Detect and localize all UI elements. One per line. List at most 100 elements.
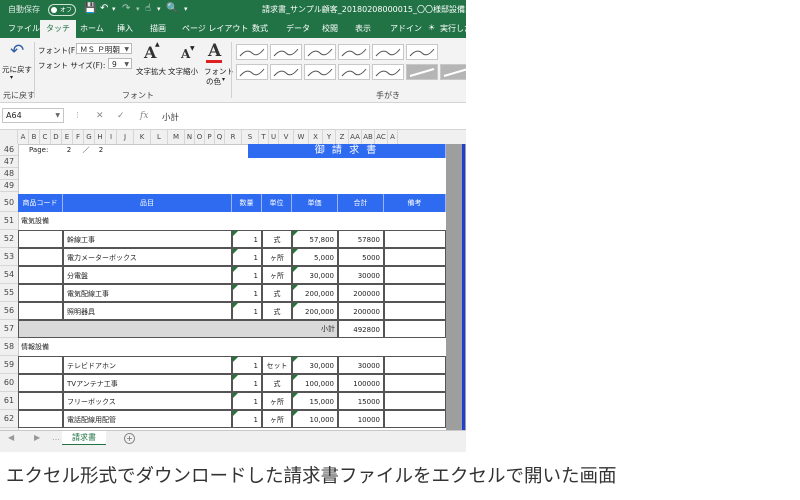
redo-dropdown-icon[interactable]: ▾	[136, 5, 140, 13]
item-unit[interactable]: ヶ所	[262, 392, 292, 410]
touch-dropdown-icon[interactable]: ▾	[157, 5, 161, 13]
ink-pen-4[interactable]	[338, 44, 370, 60]
item-unit-price[interactable]: 30,000	[292, 356, 338, 374]
item-code-cell[interactable]	[18, 230, 63, 248]
enter-icon[interactable]: ✓	[117, 111, 125, 121]
item-code-cell[interactable]	[18, 356, 63, 374]
item-name[interactable]: テレビドアホン	[63, 356, 232, 374]
column-header[interactable]: T	[259, 130, 269, 144]
grow-font-label[interactable]: 文字拡大	[136, 66, 166, 77]
tab-insert[interactable]: 挿入	[117, 23, 133, 34]
item-total[interactable]: 30000	[338, 266, 384, 284]
row-header[interactable]: 55	[0, 284, 18, 302]
tab-review[interactable]: 校閲	[322, 23, 338, 34]
column-header[interactable]: F	[73, 130, 84, 144]
item-code-cell[interactable]	[18, 392, 63, 410]
item-unit-price[interactable]: 200,000	[292, 302, 338, 320]
row-header[interactable]: 47	[0, 156, 18, 168]
item-unit-price[interactable]: 10,000	[292, 410, 338, 428]
column-header[interactable]: AB	[362, 130, 375, 144]
font-color-icon[interactable]: A	[208, 41, 221, 61]
tab-draw[interactable]: 描画	[150, 23, 166, 34]
row-header[interactable]: 51	[0, 212, 18, 230]
font-name-combo[interactable]: ＭＳ Ｐ明朝 ▼	[76, 43, 132, 54]
ink-pen-3[interactable]	[304, 44, 336, 60]
item-total[interactable]: 200000	[338, 302, 384, 320]
item-total[interactable]: 30000	[338, 356, 384, 374]
row-header[interactable]: 54	[0, 266, 18, 284]
table-header-5[interactable]: 合計	[338, 194, 384, 212]
column-header[interactable]: I	[106, 130, 117, 144]
highlighter-1[interactable]	[406, 64, 438, 80]
item-notes[interactable]	[384, 302, 446, 320]
row-header[interactable]: 62	[0, 410, 18, 428]
tab-touch[interactable]: タッチ	[40, 20, 76, 38]
undo-button-label[interactable]: 元に戻す	[2, 64, 32, 75]
print-preview-icon[interactable]: 🔍	[166, 3, 178, 14]
row-header[interactable]: 50	[0, 194, 18, 212]
row-header[interactable]: 56	[0, 302, 18, 320]
column-header[interactable]: M	[168, 130, 185, 144]
subtotal-label[interactable]: 小計	[292, 320, 338, 338]
item-code-cell[interactable]	[18, 248, 63, 266]
font-color-label-2[interactable]: の色	[206, 76, 221, 87]
autosave-toggle[interactable]: オフ	[48, 4, 76, 16]
row-header[interactable]: 58	[0, 338, 18, 356]
item-code-cell[interactable]	[18, 266, 63, 284]
item-total[interactable]: 57800	[338, 230, 384, 248]
item-name[interactable]: 電力メーターボックス	[63, 248, 232, 266]
ink-pen-9[interactable]	[304, 64, 336, 80]
column-header[interactable]: W	[294, 130, 309, 144]
ink-pen-1[interactable]	[236, 44, 268, 60]
column-header[interactable]: H	[95, 130, 106, 144]
item-code-cell[interactable]	[18, 410, 63, 428]
touch-mode-icon[interactable]: ☝	[145, 3, 151, 14]
item-notes[interactable]	[384, 374, 446, 392]
row-header[interactable]: 53	[0, 248, 18, 266]
row-header[interactable]: 57	[0, 320, 18, 338]
column-header[interactable]: R	[225, 130, 242, 144]
item-name[interactable]: 幹線工事	[63, 230, 232, 248]
table-header-0[interactable]: 商品コード	[18, 194, 63, 212]
item-unit-price[interactable]: 100,000	[292, 374, 338, 392]
ink-pen-2[interactable]	[270, 44, 302, 60]
item-unit-price[interactable]: 200,000	[292, 284, 338, 302]
column-header[interactable]: U	[269, 130, 279, 144]
item-unit[interactable]: ヶ所	[262, 410, 292, 428]
page-label[interactable]: Page:	[26, 145, 56, 156]
table-header-3[interactable]: 単位	[262, 194, 292, 212]
tab-view[interactable]: 表示	[355, 23, 371, 34]
sheet-area[interactable]: Page: 2 ／ 2 御 請 求 書商品コード 品目 数量 単位 単価 合計 備考 電気設備 幹線工事…	[18, 144, 466, 430]
tab-tell-me[interactable]: 実行した	[440, 23, 466, 34]
column-header[interactable]: AC	[375, 130, 388, 144]
item-unit[interactable]: 式	[262, 374, 292, 392]
item-total[interactable]: 15000	[338, 392, 384, 410]
redo-icon[interactable]: ↷	[122, 3, 130, 14]
item-name[interactable]: 電気配線工事	[63, 284, 232, 302]
column-header[interactable]: AA	[349, 130, 362, 144]
item-unit-price[interactable]: 15,000	[292, 392, 338, 410]
shrink-font-icon[interactable]: A	[181, 47, 190, 61]
item-unit[interactable]: セット	[262, 356, 292, 374]
column-header[interactable]: K	[134, 130, 151, 144]
section-heading[interactable]: 情報設備	[18, 338, 218, 356]
column-header[interactable]: B	[29, 130, 40, 144]
subtotal-band[interactable]	[18, 320, 338, 338]
item-name[interactable]: 分電盤	[63, 266, 232, 284]
item-notes[interactable]	[384, 248, 446, 266]
tab-home[interactable]: ホーム	[80, 23, 104, 34]
item-name[interactable]: TVアンテナ工事	[63, 374, 232, 392]
item-name[interactable]: 電話配線用配管	[63, 410, 232, 428]
save-icon[interactable]: 💾	[84, 3, 96, 14]
page-total[interactable]: 2	[96, 145, 106, 156]
table-header-1[interactable]: 品目	[63, 194, 232, 212]
item-code-cell[interactable]	[18, 374, 63, 392]
ink-pen-5[interactable]	[372, 44, 404, 60]
item-code-cell[interactable]	[18, 284, 63, 302]
item-total[interactable]: 10000	[338, 410, 384, 428]
name-box[interactable]: A64 ▼	[2, 108, 64, 123]
item-unit-price[interactable]: 30,000	[292, 266, 338, 284]
shrink-font-label[interactable]: 文字縮小	[168, 66, 198, 77]
row-header[interactable]: 60	[0, 374, 18, 392]
item-name[interactable]: フリーボックス	[63, 392, 232, 410]
